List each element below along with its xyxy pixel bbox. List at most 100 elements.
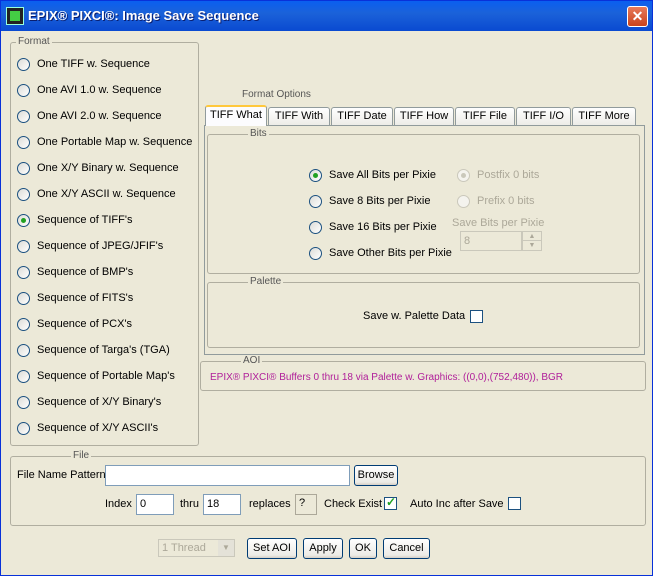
save-bits-label: Save Bits per Pixie (452, 217, 545, 229)
index-input[interactable]: 0 (136, 494, 174, 515)
auto-inc-label: Auto Inc after Save (410, 498, 504, 510)
format-option[interactable]: Sequence of PCX's (17, 317, 192, 333)
format-option-label: Sequence of Portable Map's (37, 370, 175, 382)
file-name-pattern-label: File Name Pattern (17, 469, 106, 481)
format-option[interactable]: Sequence of JPEG/JFIF's (17, 239, 192, 255)
format-radio-button[interactable] (17, 396, 30, 409)
bits-legend: Bits (248, 128, 269, 139)
close-button[interactable]: ✕ (627, 6, 648, 27)
tab-tiff-what[interactable]: TIFF What (205, 105, 267, 126)
format-option[interactable]: Sequence of X/Y Binary's (17, 395, 192, 411)
thru-label: thru (180, 498, 199, 510)
aoi-group: AOI EPIX® PIXCI® Buffers 0 thru 18 via P… (200, 355, 646, 391)
bits-option-label: Save Other Bits per Pixie (329, 247, 452, 259)
format-radio-button[interactable] (17, 370, 30, 383)
format-group: Format One TIFF w. Sequence One AVI 1.0 w… (10, 36, 199, 446)
dialog-window: EPIX® PIXCI®: Image Save Sequence ✕ Form… (0, 0, 653, 576)
ok-button[interactable]: OK (349, 538, 377, 559)
tab-tiff-how[interactable]: TIFF How (394, 107, 454, 126)
file-name-pattern-input[interactable] (105, 465, 350, 486)
browse-button[interactable]: Browse (354, 465, 398, 486)
aoi-description: EPIX® PIXCI® Buffers 0 thru 18 via Palet… (210, 372, 564, 383)
file-group: File File Name Pattern Browse Index 0 th… (10, 450, 646, 526)
thru-input[interactable]: 18 (203, 494, 241, 515)
bits-option[interactable]: Save Other Bits per Pixie (309, 246, 454, 262)
palette-legend: Palette (248, 276, 284, 287)
bits-radio-button[interactable] (309, 195, 322, 208)
format-option[interactable]: One AVI 1.0 w. Sequence (17, 83, 192, 99)
index-label: Index (105, 498, 132, 510)
format-radio-button[interactable] (17, 266, 30, 279)
postfix-radio-button[interactable] (457, 169, 470, 182)
format-radio-button[interactable] (17, 136, 30, 149)
format-option[interactable]: Sequence of FITS's (17, 291, 192, 307)
bits-group: Bits Save All Bits per Pixie Save 8 Bits … (207, 128, 640, 274)
auto-inc-checkbox[interactable] (508, 497, 521, 510)
spin-up-icon[interactable]: ▲ (523, 232, 541, 241)
aoi-legend: AOI (241, 355, 263, 366)
format-option[interactable]: Sequence of TIFF's (17, 213, 192, 229)
format-radio-button[interactable] (17, 318, 30, 331)
format-option-label: Sequence of PCX's (37, 318, 133, 330)
thread-select: 1 Thread ▼ (158, 539, 235, 557)
bits-option[interactable]: Save All Bits per Pixie (309, 168, 454, 184)
format-radio-button[interactable] (17, 58, 30, 71)
palette-checkbox[interactable] (470, 310, 483, 323)
format-option[interactable]: One X/Y Binary w. Sequence (17, 161, 192, 177)
format-option-label: One X/Y ASCII w. Sequence (37, 188, 176, 200)
format-radio-button[interactable] (17, 188, 30, 201)
palette-group: Palette Save w. Palette Data (207, 276, 640, 348)
bits-radio-button[interactable] (309, 247, 322, 260)
prefix-radio[interactable]: Prefix 0 bits (457, 194, 557, 210)
window-title: EPIX® PIXCI®: Image Save Sequence (28, 8, 259, 23)
format-radio-button[interactable] (17, 422, 30, 435)
format-option[interactable]: One X/Y ASCII w. Sequence (17, 187, 192, 203)
cancel-button[interactable]: Cancel (383, 538, 430, 559)
bits-option[interactable]: Save 16 Bits per Pixie (309, 220, 454, 236)
bits-option-label: Save 16 Bits per Pixie (329, 221, 437, 233)
tab-tiff-with[interactable]: TIFF With (268, 107, 330, 126)
set-aoi-button[interactable]: Set AOI (247, 538, 297, 559)
format-option-label: Sequence of Targa's (TGA) (37, 344, 170, 356)
tab-tiff-file[interactable]: TIFF File (455, 107, 515, 126)
format-option[interactable]: Sequence of BMP's (17, 265, 192, 281)
tab-tiff-i-o[interactable]: TIFF I/O (516, 107, 571, 126)
file-legend: File (71, 450, 92, 461)
spin-down-icon[interactable]: ▼ (523, 241, 541, 250)
palette-label: Save w. Palette Data (363, 310, 466, 322)
bits-option[interactable]: Save 8 Bits per Pixie (309, 194, 454, 210)
format-radio-button[interactable] (17, 292, 30, 305)
format-radio-button[interactable] (17, 240, 30, 253)
bits-radio-button[interactable] (309, 221, 322, 234)
format-radio-button[interactable] (17, 84, 30, 97)
format-option[interactable]: One Portable Map w. Sequence (17, 135, 192, 151)
format-option-label: One AVI 2.0 w. Sequence (37, 110, 162, 122)
bits-radio-button[interactable] (309, 169, 322, 182)
prefix-radio-button[interactable] (457, 195, 470, 208)
format-option[interactable]: One TIFF w. Sequence (17, 57, 192, 73)
format-radio-button[interactable] (17, 214, 30, 227)
format-radio-button[interactable] (17, 344, 30, 357)
prefix-label: Prefix 0 bits (477, 195, 535, 207)
format-radio-button[interactable] (17, 162, 30, 175)
format-option-label: One X/Y Binary w. Sequence (37, 162, 179, 174)
bits-option-label: Save All Bits per Pixie (329, 169, 436, 181)
format-options-legend: Format Options (240, 89, 313, 100)
replaces-label: replaces (249, 498, 291, 510)
app-icon (6, 7, 24, 25)
postfix-radio[interactable]: Postfix 0 bits (457, 168, 557, 184)
tab-tiff-more[interactable]: TIFF More (572, 107, 636, 126)
format-option[interactable]: One AVI 2.0 w. Sequence (17, 109, 192, 125)
apply-button[interactable]: Apply (303, 538, 343, 559)
check-exist-checkbox[interactable] (384, 495, 397, 510)
format-option[interactable]: Sequence of Targa's (TGA) (17, 343, 192, 359)
save-bits-spinner[interactable]: ▲ ▼ (522, 231, 542, 251)
format-option-label: One TIFF w. Sequence (37, 58, 150, 70)
chevron-down-icon: ▼ (218, 540, 234, 556)
format-radio-button[interactable] (17, 110, 30, 123)
format-option[interactable]: Sequence of X/Y ASCII's (17, 421, 192, 437)
tab-tiff-date[interactable]: TIFF Date (331, 107, 393, 126)
format-option[interactable]: Sequence of Portable Map's (17, 369, 192, 385)
save-bits-input[interactable]: 8 (460, 231, 522, 251)
title-bar[interactable]: EPIX® PIXCI®: Image Save Sequence ✕ (1, 1, 652, 31)
